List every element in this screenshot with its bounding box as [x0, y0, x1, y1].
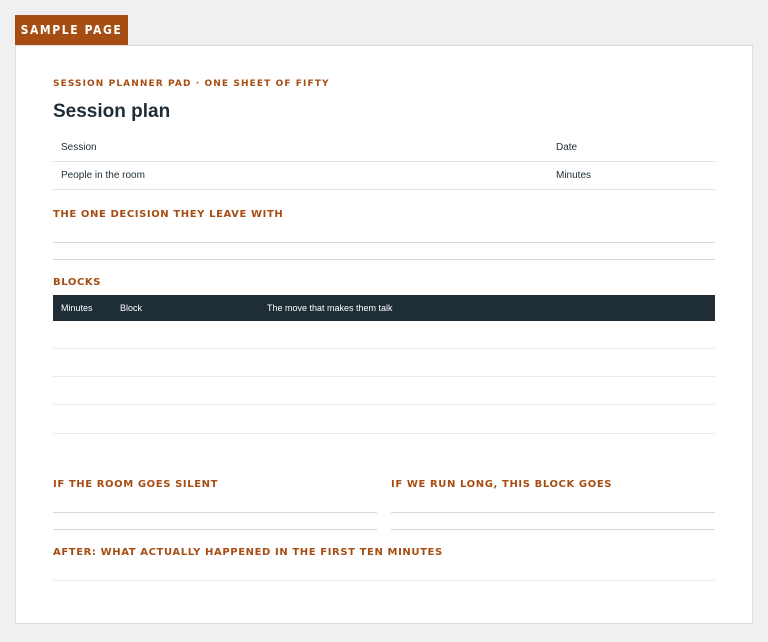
- silent-line-1: [53, 512, 377, 513]
- blocks-table-header: Minutes Block The move that makes them t…: [53, 295, 715, 321]
- session-field-label: Session: [61, 142, 97, 153]
- after-line-1: [53, 580, 715, 581]
- decision-line-1: [53, 242, 715, 243]
- meta-row-people: People in the room Minutes: [53, 162, 715, 190]
- run-long-line-2: [391, 529, 715, 530]
- after-heading: AFTER: WHAT ACTUALLY HAPPENED IN THE FIR…: [53, 547, 443, 558]
- minutes-field-label: Minutes: [556, 170, 592, 181]
- date-field-label: Date: [556, 142, 578, 153]
- run-long-line-1: [391, 512, 715, 513]
- sample-page-tab: SAMPLE PAGE: [15, 15, 128, 45]
- run-long-heading: IF WE RUN LONG, THIS BLOCK GOES: [391, 479, 613, 490]
- blocks-row-1: [53, 348, 715, 349]
- column-move: The move that makes them talk: [267, 303, 393, 313]
- pad-label: SESSION PLANNER PAD · ONE SHEET OF FIFTY: [53, 79, 330, 89]
- silent-line-2: [53, 529, 377, 530]
- blocks-heading: BLOCKS: [53, 277, 102, 288]
- blocks-row-3: [53, 404, 715, 405]
- column-minutes: Minutes: [61, 303, 93, 313]
- silent-heading: IF THE ROOM GOES SILENT: [53, 479, 219, 490]
- column-block: Block: [120, 303, 143, 313]
- decision-heading: THE ONE DECISION THEY LEAVE WITH: [53, 209, 284, 220]
- decision-line-2: [53, 259, 715, 260]
- page-title: Session plan: [53, 101, 171, 122]
- planner-sheet: SESSION PLANNER PAD · ONE SHEET OF FIFTY…: [15, 45, 753, 624]
- people-field-label: People in the room: [61, 170, 145, 181]
- meta-row-session: Session Date: [53, 134, 715, 162]
- blocks-row-2: [53, 376, 715, 377]
- blocks-row-4: [53, 433, 715, 434]
- meta-table: Session Date People in the room Minutes: [53, 134, 715, 190]
